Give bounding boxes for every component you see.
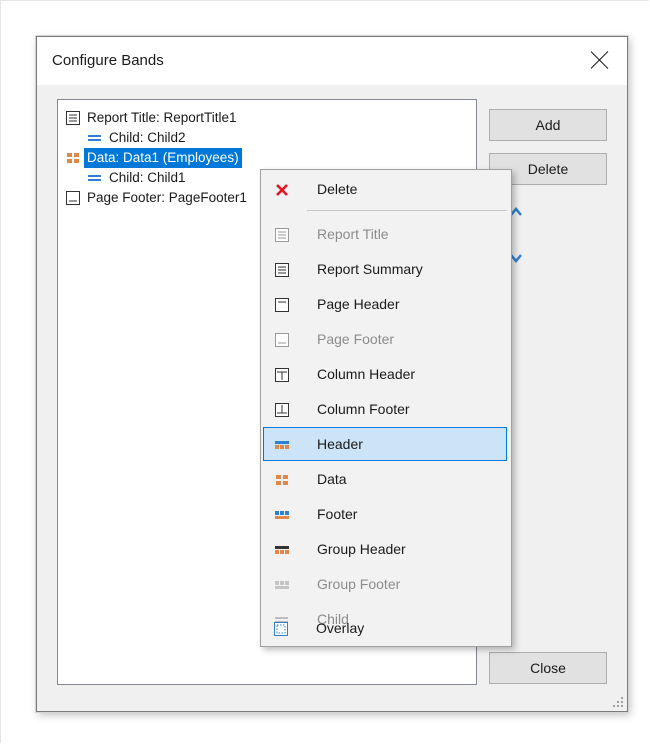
column-header-icon: [275, 368, 289, 382]
dialog-title: Configure Bands: [52, 52, 164, 69]
group-footer-icon: [275, 581, 289, 589]
page-footer-icon: [275, 333, 289, 347]
page-header-icon: [275, 298, 289, 312]
tree-item-label: Data: Data1 (Employees): [84, 148, 242, 168]
add-band-context-menu: Delete Report Title Report Summary Page …: [260, 169, 512, 647]
title-bar: Configure Bands: [37, 37, 627, 85]
menu-item-header[interactable]: Header: [263, 427, 507, 461]
menu-item-group-footer[interactable]: Group Footer: [263, 567, 507, 601]
page-footer-icon: [66, 191, 80, 205]
menu-item-page-header[interactable]: Page Header: [263, 287, 507, 321]
column-footer-icon: [275, 403, 289, 417]
menu-item-group-header[interactable]: Group Header: [263, 532, 507, 566]
tree-item-label: Report Title: ReportTitle1: [87, 110, 237, 125]
tree-item-label: Child: Child2: [109, 130, 186, 145]
menu-item-column-footer[interactable]: Column Footer: [263, 392, 507, 426]
menu-item-page-footer[interactable]: Page Footer: [263, 322, 507, 356]
report-title-icon: [66, 111, 80, 125]
tree-item-label: Child: Child1: [109, 170, 186, 185]
menu-item-footer[interactable]: Footer: [263, 497, 507, 531]
child-band-icon: [88, 135, 101, 141]
add-button[interactable]: Add: [489, 109, 607, 141]
close-window-icon[interactable]: [587, 47, 613, 73]
child-band-icon: [88, 175, 101, 181]
data-band-icon: [276, 475, 288, 485]
group-header-icon: [275, 546, 289, 554]
menu-item-delete[interactable]: Delete: [263, 172, 507, 206]
delete-x-icon: [276, 184, 288, 196]
data-band-icon: [67, 153, 79, 163]
menu-item-column-header[interactable]: Column Header: [263, 357, 507, 391]
menu-separator: [307, 210, 507, 211]
menu-item-report-summary[interactable]: Report Summary: [263, 252, 507, 286]
report-summary-icon: [275, 263, 289, 277]
overlay-band-icon: [274, 622, 288, 636]
report-title-icon: [275, 228, 289, 242]
menu-item-overlay[interactable]: Overlay: [262, 611, 506, 645]
close-button[interactable]: Close: [489, 652, 607, 684]
menu-item-report-title[interactable]: Report Title: [263, 217, 507, 251]
tree-item-label: Page Footer: PageFooter1: [87, 190, 247, 205]
header-band-icon: [275, 441, 289, 449]
menu-item-data[interactable]: Data: [263, 462, 507, 496]
resize-grip-icon[interactable]: [612, 696, 624, 708]
footer-band-icon: [275, 511, 289, 519]
